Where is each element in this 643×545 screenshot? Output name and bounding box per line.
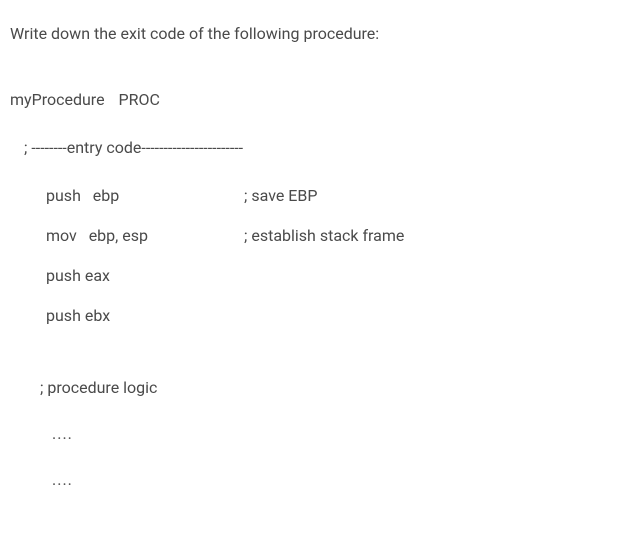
procedure-name: myProcedure — [10, 90, 105, 109]
code-line: push eax — [46, 264, 633, 288]
code-line: mov ebp, esp ; establish stack frame — [46, 224, 633, 248]
instruction: push eax — [46, 264, 244, 288]
procedure-header: myProcedure PROC — [10, 88, 633, 112]
instruction: push ebp — [46, 184, 244, 208]
code-line: push ebp ; save EBP — [46, 184, 633, 208]
procedure-logic-label: ; procedure logic — [40, 376, 633, 400]
question-text: Write down the exit code of the followin… — [10, 22, 633, 46]
code-line: push ebx — [46, 304, 633, 328]
ellipsis-line: .... — [52, 422, 633, 446]
code-comment: ; save EBP — [244, 184, 317, 208]
entry-code-comment: ; --------entry code--------------------… — [24, 136, 633, 160]
code-block: push ebp ; save EBP mov ebp, esp ; estab… — [46, 184, 633, 328]
instruction: push ebx — [46, 304, 244, 328]
procedure-keyword: PROC — [119, 90, 160, 109]
code-comment: ; establish stack frame — [244, 224, 404, 248]
instruction: mov ebp, esp — [46, 224, 244, 248]
ellipsis-line: .... — [52, 468, 633, 492]
